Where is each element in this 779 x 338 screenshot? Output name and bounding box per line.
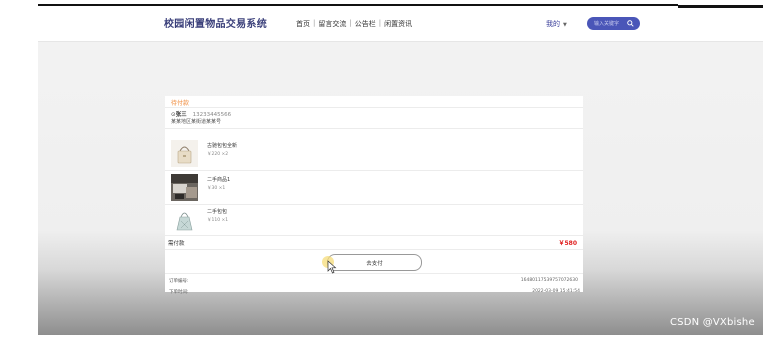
my-menu-label: 我的	[546, 20, 560, 28]
nav-separator: |	[313, 19, 316, 27]
divider	[165, 128, 583, 129]
order-number: 16480117539757072630	[520, 278, 578, 283]
divider	[165, 273, 583, 274]
address-line: ⊙张三 13233445566	[171, 110, 231, 118]
bag-image	[171, 206, 198, 233]
handbag-image	[171, 140, 198, 167]
order-number-label: 订单编号:	[169, 279, 189, 284]
my-menu[interactable]: 我的 ▼	[546, 19, 567, 29]
page: 校园闲置物品交易系统 首页 | 留言交流 | 公告栏 | 闲置资讯 我的 ▼ 输入…	[38, 8, 763, 335]
item-name: 古驰包包全新	[207, 143, 238, 149]
watermark: CSDN @VXbishe	[670, 317, 755, 328]
order-item[interactable]: 二手包包 ￥110 ×1	[171, 204, 577, 234]
site-header: 校园闲置物品交易系统 首页 | 留言交流 | 公告栏 | 闲置资讯 我的 ▼ 输入…	[38, 8, 763, 42]
item-price: ￥110 ×1	[207, 218, 229, 223]
nav-messages[interactable]: 留言交流	[318, 19, 346, 29]
item-name: 二手商品1	[207, 177, 231, 183]
window-top-edge	[38, 4, 678, 6]
item-price: ￥30 ×1	[207, 186, 226, 191]
order-card: 待付款 ⊙张三 13233445566 某某地区某街道某某号 古驰包包全新 ￥22…	[165, 96, 583, 292]
product-photo	[171, 174, 198, 201]
order-status: 待付款	[171, 100, 190, 107]
address-detail: 某某地区某街道某某号	[171, 119, 222, 125]
mouse-cursor	[322, 255, 342, 281]
item-name: 二手包包	[207, 209, 228, 215]
divider	[165, 107, 583, 108]
order-time: 2022-03-09 15:41:54	[532, 289, 580, 294]
main-nav: 首页 | 留言交流 | 公告栏 | 闲置资讯	[296, 19, 412, 29]
search-input[interactable]: 输入关键字	[594, 20, 619, 27]
site-logo[interactable]: 校园闲置物品交易系统	[164, 15, 267, 30]
total-amount: ￥580	[558, 240, 577, 247]
chevron-down-icon: ▼	[563, 22, 567, 28]
nav-separator: |	[349, 19, 352, 27]
nav-separator: |	[378, 19, 382, 27]
divider	[165, 249, 583, 250]
divider	[165, 170, 583, 171]
order-item[interactable]: 二手商品1 ￥30 ×1	[171, 172, 577, 202]
nav-news[interactable]: 闲置资讯	[384, 19, 412, 29]
nav-home[interactable]: 首页	[296, 19, 310, 29]
order-time-label: 下单时间:	[169, 290, 189, 295]
divider	[165, 235, 583, 236]
nav-notices[interactable]: 公告栏	[355, 19, 376, 29]
search-box[interactable]: 输入关键字	[587, 17, 640, 30]
total-label: 需付款	[168, 241, 185, 247]
item-price: ￥220 ×2	[207, 152, 229, 157]
search-icon[interactable]	[627, 20, 634, 27]
order-item[interactable]: 古驰包包全新 ￥220 ×2	[171, 138, 577, 168]
